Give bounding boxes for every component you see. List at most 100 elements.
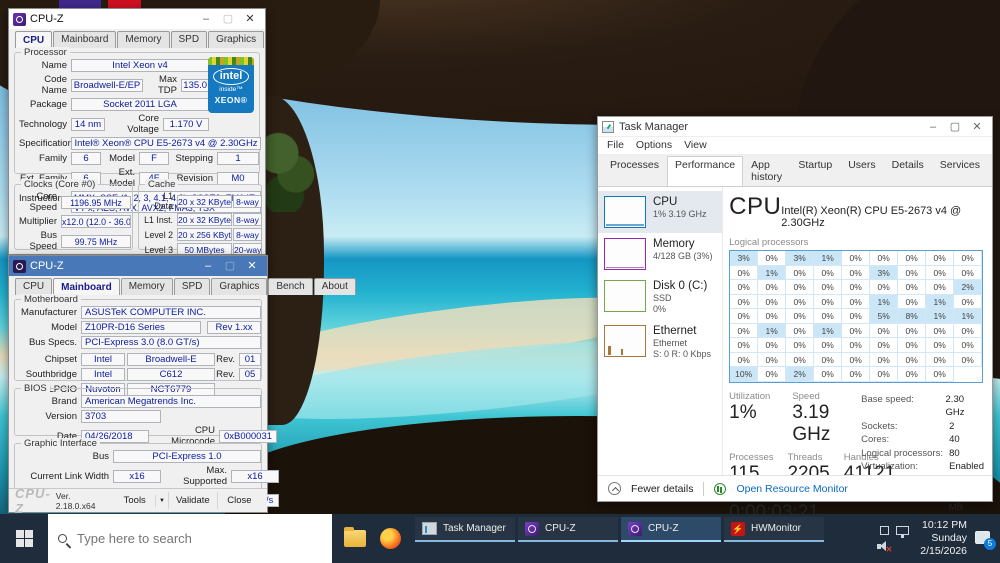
app-window-icon[interactable] <box>879 526 889 535</box>
sidebar-item-memory[interactable]: Memory 4/128 GB (3%) <box>598 233 722 275</box>
sidebar-thumb-ethernet <box>604 325 646 357</box>
tab-performance[interactable]: Performance <box>667 156 744 186</box>
volume-muted-icon[interactable]: ✕ <box>877 541 892 554</box>
tab-graphics[interactable]: Graphics <box>211 278 268 295</box>
close-icon[interactable]: ✕ <box>241 257 263 275</box>
tab-memory[interactable]: Memory <box>117 31 170 48</box>
tab-details[interactable]: Details <box>884 156 932 186</box>
l1-inst--assoc: 8-way <box>233 213 262 226</box>
tray-icons: ✕ <box>876 523 912 555</box>
lp-cell: 0% <box>898 323 927 338</box>
cpuz-window-mainboard: CPU-Z – ▢ ✕ CPU Mainboard Memory SPD Graphic… <box>8 255 356 516</box>
cpuz2-titlebar[interactable]: CPU-Z – ▢ ✕ <box>9 256 267 276</box>
search-input[interactable] <box>77 531 322 546</box>
close-icon[interactable]: ✕ <box>239 10 261 28</box>
lp-cell: 3% <box>870 265 899 280</box>
tab-bench[interactable]: Bench <box>265 31 266 48</box>
firefox-icon[interactable] <box>380 528 401 549</box>
specification-value: Intel® Xeon® CPU E5-2673 v4 @ 2.30GHz <box>71 137 261 150</box>
tab-app-history[interactable]: App history <box>743 156 790 186</box>
core-speed-label: Core Speed <box>29 191 57 213</box>
lp-cell: 0% <box>898 265 927 280</box>
tools-dropdown-icon[interactable]: ▼ <box>155 494 168 507</box>
minimize-icon[interactable]: – <box>197 257 219 275</box>
sidebar-item-disk-0-c-[interactable]: Disk 0 (C:) SSD 0% <box>598 275 722 320</box>
tab-mainboard[interactable]: Mainboard <box>53 31 117 48</box>
hwmonitor-icon: ⚡ <box>731 521 745 536</box>
action-center-icon[interactable]: 5 <box>975 530 996 550</box>
cpuz1-titlebar[interactable]: CPU-Z – ▢ ✕ <box>9 9 265 29</box>
lp-cell: 0% <box>730 294 759 309</box>
start-button[interactable] <box>0 514 48 563</box>
lp-cell: 0% <box>870 352 899 367</box>
lp-cell: 0% <box>758 352 787 367</box>
close-icon[interactable]: ✕ <box>966 118 988 136</box>
cpuz-app-icon <box>13 259 26 273</box>
tab-about[interactable]: About <box>313 278 356 295</box>
menu-view[interactable]: View <box>679 138 712 152</box>
open-resource-monitor-link[interactable]: Open Resource Monitor <box>736 483 847 495</box>
taskbar-button-hwmonitor[interactable]: ⚡ HWMonitor <box>724 517 824 542</box>
clock-day: Sunday <box>931 532 967 544</box>
sidebar-item-cpu[interactable]: CPU 1% 3.19 GHz <box>598 191 723 233</box>
lp-cell: 0% <box>730 338 759 353</box>
tab-mainboard[interactable]: Mainboard <box>53 278 120 295</box>
tools-button[interactable]: Tools <box>114 492 155 509</box>
level-3-label: Level 3 <box>144 244 173 255</box>
l1-data-label: L1 Data <box>154 191 173 211</box>
gi-bus-value: PCI-Express 1.0 <box>113 450 261 463</box>
lp-cell: 0% <box>730 309 759 324</box>
cpuz1-tabstrip: CPUMainboardMemorySPDGraphicsBenchAbout <box>9 29 265 48</box>
multiplier-value: x12.0 (12.0 - 36.0) <box>61 215 131 228</box>
core-speed-value: 1196.95 MHz <box>61 195 131 209</box>
close-button[interactable]: Close <box>216 492 261 509</box>
tab-bench[interactable]: Bench <box>268 278 313 295</box>
task-manager-icon <box>422 522 437 535</box>
lp-cell: 0% <box>758 367 787 382</box>
footer-divider <box>703 481 705 496</box>
lp-cell: 1% <box>814 323 843 338</box>
taskbar-button-task-manager[interactable]: Task Manager <box>415 517 515 542</box>
tab-spd[interactable]: SPD <box>170 31 208 48</box>
sidebar-thumb-cpu <box>604 196 646 228</box>
validate-button[interactable]: Validate <box>167 492 217 509</box>
tab-startup[interactable]: Startup <box>790 156 840 186</box>
tab-users[interactable]: Users <box>840 156 883 186</box>
taskbar-button-cpu-z[interactable]: CPU-Z <box>518 517 618 542</box>
taskbar-button-cpu-z[interactable]: CPU-Z <box>621 517 721 542</box>
lp-cell: 0% <box>898 338 927 353</box>
tab-spd[interactable]: SPD <box>173 278 211 295</box>
stat-logical-processors-: Logical processors: 80 <box>861 447 960 459</box>
lp-cell: 0% <box>786 309 815 324</box>
tab-cpu[interactable]: CPU <box>15 278 53 295</box>
processes-label: Processes <box>729 451 774 463</box>
minimize-icon[interactable]: – <box>922 118 944 136</box>
lp-cell: 0% <box>842 352 871 367</box>
lp-cell: 2% <box>786 367 815 382</box>
tab-memory[interactable]: Memory <box>120 278 173 295</box>
file-explorer-icon[interactable] <box>344 527 366 547</box>
lp-cell: 1% <box>758 323 787 338</box>
taskman-titlebar[interactable]: Task Manager – ▢ ✕ <box>598 117 992 137</box>
lp-cell: 0% <box>786 280 815 295</box>
fewer-details-button[interactable]: Fewer details <box>631 483 693 495</box>
tab-graphics[interactable]: Graphics <box>208 31 265 48</box>
menu-options[interactable]: Options <box>631 138 677 152</box>
lp-cell: 0% <box>926 280 955 295</box>
search-icon <box>58 534 67 543</box>
speed-label: Speed <box>792 390 820 402</box>
taskbar-search[interactable] <box>48 514 332 563</box>
tab-cpu[interactable]: CPU <box>15 31 53 48</box>
lp-cell: 8% <box>898 309 927 324</box>
taskbar-clock[interactable]: 10:12 PM Sunday 2/15/2026 <box>920 519 967 558</box>
network-icon[interactable] <box>895 526 909 538</box>
sidebar-item-ethernet[interactable]: Ethernet Ethernet S: 0 R: 0 Kbps <box>598 320 722 365</box>
minimize-icon[interactable]: – <box>195 10 217 28</box>
maximize-icon[interactable]: ▢ <box>944 118 966 136</box>
menu-file[interactable]: File <box>602 138 629 152</box>
offscreen-window-purple[interactable] <box>59 0 101 8</box>
pinned-apps <box>332 514 413 563</box>
tab-services[interactable]: Services <box>932 156 988 186</box>
mb-model-label: Model <box>51 322 77 333</box>
tab-processes[interactable]: Processes <box>602 156 667 186</box>
